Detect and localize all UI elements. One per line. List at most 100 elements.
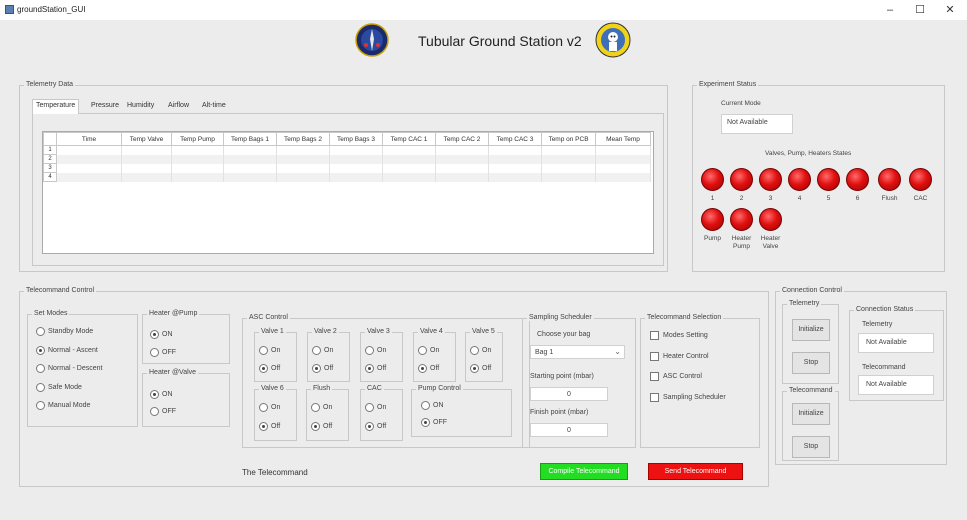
valve-6-on-radio[interactable]: On: [259, 403, 280, 412]
pump-on-radio[interactable]: ON: [421, 401, 444, 410]
table-cell[interactable]: [382, 145, 436, 155]
cac-off-radio[interactable]: Off: [365, 422, 386, 431]
cac-on-radio[interactable]: On: [365, 403, 386, 412]
table-cell[interactable]: [541, 154, 596, 164]
table-cell[interactable]: [488, 145, 542, 155]
valve-1-on-radio[interactable]: On: [259, 346, 280, 355]
table-cell[interactable]: [121, 163, 172, 173]
valve-1-off-radio[interactable]: Off: [259, 364, 280, 373]
mode-standby-mode-radio[interactable]: Standby Mode: [36, 327, 93, 336]
table-cell[interactable]: [595, 145, 651, 155]
tab-humidity[interactable]: Humidity: [123, 99, 158, 113]
table-cell[interactable]: [595, 154, 651, 164]
table-cell[interactable]: [488, 172, 542, 182]
bag-select[interactable]: Bag 1 ⌄: [530, 345, 625, 359]
mode-safe-mode-radio[interactable]: Safe Mode: [36, 382, 82, 392]
table-cell[interactable]: [171, 163, 224, 173]
heater-pump-group: Heater @Pump ON OFF: [142, 310, 230, 364]
table-cell[interactable]: [171, 145, 224, 155]
valve-4-off-radio[interactable]: Off: [418, 364, 439, 373]
table-cell[interactable]: [435, 145, 489, 155]
flush-on-radio[interactable]: On: [311, 403, 332, 412]
table-cell[interactable]: [223, 154, 277, 164]
table-cell[interactable]: [595, 163, 651, 173]
pump-off-radio[interactable]: OFF: [421, 418, 447, 427]
valve-4-on-radio[interactable]: On: [418, 346, 439, 355]
table-cell[interactable]: [223, 163, 277, 173]
valve-6-off-radio[interactable]: Off: [259, 422, 280, 431]
telemetry-stop-button[interactable]: Stop: [792, 352, 830, 374]
table-cell[interactable]: [595, 172, 651, 182]
table-cell[interactable]: [56, 145, 122, 155]
table-cell[interactable]: [541, 172, 596, 182]
asc-control-checkbox[interactable]: ASC Control: [650, 372, 702, 381]
heater-control-checkbox[interactable]: Heater Control: [650, 351, 709, 361]
valve-3-on-radio[interactable]: On: [365, 346, 386, 355]
minimize-button[interactable]: –: [880, 2, 900, 18]
table-cell[interactable]: [56, 154, 122, 164]
table-cell[interactable]: [488, 154, 542, 164]
table-cell[interactable]: [171, 172, 224, 182]
valve-3-off-radio[interactable]: Off: [365, 364, 386, 373]
table-cell[interactable]: [382, 163, 436, 173]
finish-point-input[interactable]: 0: [530, 423, 608, 437]
table-cell[interactable]: [276, 172, 330, 182]
table-cell[interactable]: [488, 163, 542, 173]
table-row[interactable]: 4: [43, 172, 651, 182]
valve-2-off-radio[interactable]: Off: [312, 364, 333, 373]
table-cell[interactable]: [276, 163, 330, 173]
sampling-scheduler-checkbox[interactable]: Sampling Scheduler: [650, 392, 726, 402]
table-cell[interactable]: [276, 154, 330, 164]
tab-temperature[interactable]: Temperature: [32, 99, 80, 114]
heater-pump-off-radio[interactable]: OFF: [150, 348, 176, 357]
table-row[interactable]: 2: [43, 154, 651, 164]
table-cell[interactable]: [329, 163, 383, 173]
modes-setting-checkbox[interactable]: Modes Setting: [650, 331, 708, 340]
close-button[interactable]: ✕: [940, 2, 960, 18]
valve-5-on-radio[interactable]: On: [470, 346, 491, 355]
radio-indicator: [418, 364, 427, 373]
table-cell[interactable]: [276, 145, 330, 155]
flush-off-radio[interactable]: Off: [311, 422, 332, 431]
table-cell[interactable]: [56, 172, 122, 182]
valve-2-on-radio[interactable]: On: [312, 346, 333, 355]
table-cell[interactable]: [541, 163, 596, 173]
table-cell[interactable]: [171, 154, 224, 164]
tab-alt-time[interactable]: Alt-time: [198, 99, 230, 113]
table-cell[interactable]: [329, 145, 383, 155]
telecommand-preview-label: The Telecommand: [242, 468, 308, 477]
mode-manual-mode-radio[interactable]: Manual Mode: [36, 401, 90, 410]
sampling-scheduler-legend: Sampling Scheduler: [527, 314, 594, 321]
table-cell[interactable]: [382, 154, 436, 164]
mode-normal-descent-radio[interactable]: Normal - Descent: [36, 364, 102, 373]
send-telecommand-button[interactable]: Send Telecommand: [648, 463, 743, 480]
tab-pressure[interactable]: Pressure: [87, 99, 123, 113]
maximize-button[interactable]: ☐: [910, 2, 930, 18]
heater-valve-off-radio[interactable]: OFF: [150, 407, 176, 416]
table-cell[interactable]: [121, 145, 172, 155]
table-cell[interactable]: [121, 154, 172, 164]
mode-normal-ascent-radio[interactable]: Normal - Ascent: [36, 345, 98, 355]
heater-valve-on-radio[interactable]: ON: [150, 390, 173, 399]
telecommand-stop-button[interactable]: Stop: [792, 436, 830, 458]
tab-airflow[interactable]: Airflow: [164, 99, 193, 113]
table-cell[interactable]: [382, 172, 436, 182]
heater-pump-on-radio[interactable]: ON: [150, 330, 173, 339]
valve-5-off-radio[interactable]: Off: [470, 364, 491, 373]
telecommand-initialize-button[interactable]: Initialize: [792, 403, 830, 425]
table-row[interactable]: 1: [43, 145, 651, 155]
table-cell[interactable]: [541, 145, 596, 155]
table-cell[interactable]: [435, 163, 489, 173]
table-cell[interactable]: [329, 172, 383, 182]
table-cell[interactable]: [435, 154, 489, 164]
telemetry-initialize-button[interactable]: Initialize: [792, 319, 830, 341]
table-cell[interactable]: [223, 172, 277, 182]
table-cell[interactable]: [121, 172, 172, 182]
table-cell[interactable]: [223, 145, 277, 155]
table-row[interactable]: 3: [43, 163, 651, 173]
table-cell[interactable]: [56, 163, 122, 173]
table-cell[interactable]: [329, 154, 383, 164]
starting-point-input[interactable]: 0: [530, 387, 608, 401]
compile-telecommand-button[interactable]: Compile Telecommand: [540, 463, 628, 480]
table-cell[interactable]: [435, 172, 489, 182]
